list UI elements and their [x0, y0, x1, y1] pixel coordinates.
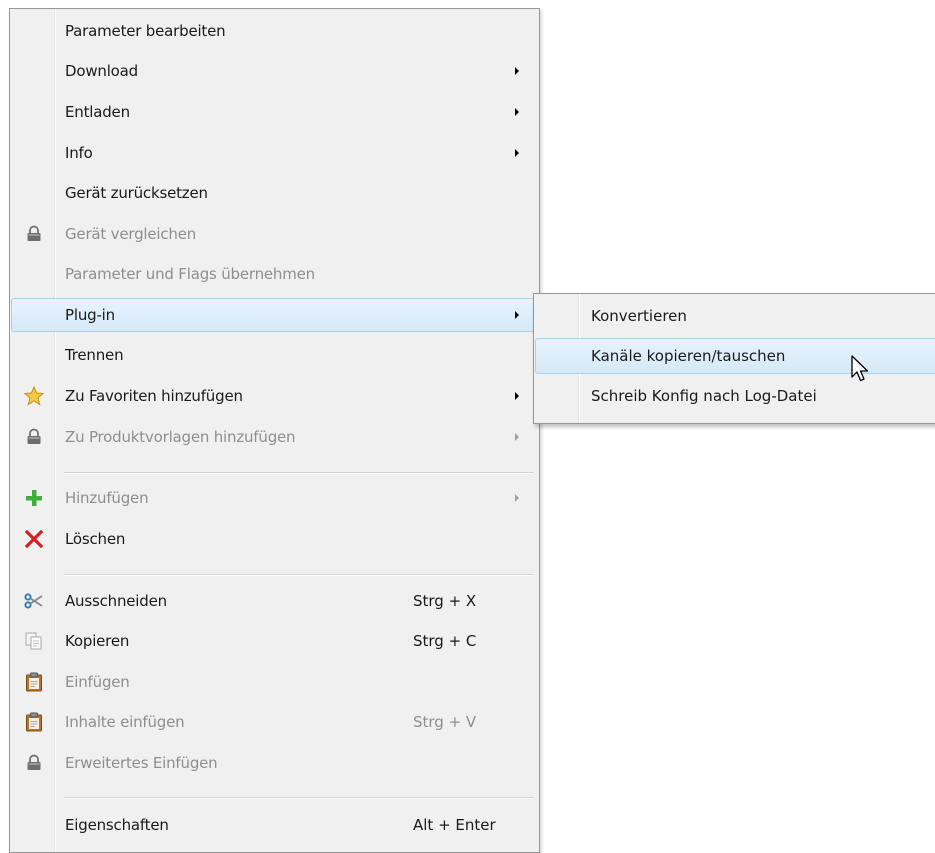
- menu-item-parameter-flags-uebernehmen[interactable]: Parameter und Flags übernehmen: [10, 255, 539, 293]
- submenu-item-label: Schreib Konfig nach Log-Datei: [591, 387, 817, 405]
- menu-item-label: Löschen: [65, 530, 126, 548]
- menu-item-label: Parameter und Flags übernehmen: [65, 265, 315, 283]
- menu-item-label: Kopieren: [65, 632, 130, 650]
- menu-item-label: Parameter bearbeiten: [65, 22, 226, 40]
- menu-item-loeschen[interactable]: Löschen: [10, 520, 539, 558]
- context-menu: Parameter bearbeiten Download Entladen I…: [9, 8, 540, 853]
- lock-icon: [24, 427, 44, 447]
- submenu-item-kanaele-kopieren-tauschen[interactable]: Kanäle kopieren/tauschen: [534, 336, 935, 376]
- menu-item-geraet-vergleichen[interactable]: Gerät vergleichen: [10, 215, 539, 253]
- menu-item-ausschneiden[interactable]: Ausschneiden Strg + X: [10, 582, 539, 620]
- menu-item-trennen[interactable]: Trennen: [10, 336, 539, 374]
- submenu-arrow-icon: [515, 67, 519, 75]
- plus-icon: [24, 488, 44, 508]
- menu-item-label: Zu Favoriten hinzufügen: [65, 387, 243, 405]
- menu-separator: [64, 472, 534, 474]
- menu-item-inhalte-einfuegen[interactable]: Inhalte einfügen Strg + V: [10, 703, 539, 741]
- menu-item-shortcut: Strg + C: [413, 632, 477, 650]
- menu-item-entladen[interactable]: Entladen: [10, 93, 539, 131]
- lock-icon: [24, 224, 44, 244]
- menu-item-label: Gerät vergleichen: [65, 225, 197, 243]
- menu-item-hinzufuegen[interactable]: Hinzufügen: [10, 479, 539, 517]
- menu-separator: [64, 574, 534, 576]
- star-icon: [24, 386, 44, 406]
- menu-item-label: Entladen: [65, 103, 130, 121]
- menu-item-info[interactable]: Info: [10, 134, 539, 172]
- copy-icon: [24, 631, 44, 651]
- submenu-item-schreib-konfig[interactable]: Schreib Konfig nach Log-Datei: [534, 376, 935, 416]
- submenu-item-label: Kanäle kopieren/tauschen: [591, 347, 786, 365]
- scissors-icon: [24, 591, 44, 611]
- mouse-pointer-icon: [851, 355, 869, 382]
- menu-item-zu-favoriten[interactable]: Zu Favoriten hinzufügen: [10, 377, 539, 415]
- menu-item-label: Hinzufügen: [65, 489, 149, 507]
- clipboard-icon: [24, 672, 44, 692]
- menu-item-shortcut: Alt + Enter: [413, 816, 496, 834]
- menu-item-geraet-zuruecksetzen[interactable]: Gerät zurücksetzen: [10, 174, 539, 212]
- plugin-submenu: Konvertieren Kanäle kopieren/tauschen Sc…: [533, 293, 935, 424]
- menu-item-shortcut: Strg + V: [413, 713, 477, 731]
- submenu-item-konvertieren[interactable]: Konvertieren: [534, 296, 935, 336]
- menu-item-label: Download: [65, 62, 138, 80]
- submenu-arrow-icon: [515, 494, 519, 502]
- menu-item-download[interactable]: Download: [10, 52, 539, 90]
- submenu-arrow-icon: [515, 311, 519, 319]
- submenu-item-label: Konvertieren: [591, 307, 687, 325]
- menu-item-label: Plug-in: [65, 306, 115, 324]
- menu-separator: [64, 797, 534, 799]
- menu-item-label: Gerät zurücksetzen: [65, 184, 208, 202]
- submenu-arrow-icon: [515, 433, 519, 441]
- menu-item-label: Zu Produktvorlagen hinzufügen: [65, 428, 296, 446]
- menu-item-zu-produktvorlagen[interactable]: Zu Produktvorlagen hinzufügen: [10, 418, 539, 456]
- menu-item-einfuegen[interactable]: Einfügen: [10, 663, 539, 701]
- submenu-arrow-icon: [515, 392, 519, 400]
- submenu-arrow-icon: [515, 149, 519, 157]
- menu-item-kopieren[interactable]: Kopieren Strg + C: [10, 622, 539, 660]
- lock-icon: [24, 753, 44, 773]
- menu-item-eigenschaften[interactable]: Eigenschaften Alt + Enter: [10, 806, 539, 844]
- delete-x-icon: [24, 529, 44, 549]
- menu-item-label: Eigenschaften: [65, 816, 169, 834]
- menu-item-erweitertes-einfuegen[interactable]: Erweitertes Einfügen: [10, 744, 539, 782]
- menu-item-label: Ausschneiden: [65, 592, 167, 610]
- menu-item-label: Info: [65, 144, 93, 162]
- menu-item-parameter-bearbeiten[interactable]: Parameter bearbeiten: [10, 12, 539, 50]
- menu-item-label: Einfügen: [65, 673, 130, 691]
- menu-item-plug-in[interactable]: Plug-in: [10, 296, 539, 334]
- menu-item-shortcut: Strg + X: [413, 592, 477, 610]
- menu-item-label: Inhalte einfügen: [65, 713, 185, 731]
- clipboard-icon: [24, 712, 44, 732]
- menu-item-label: Trennen: [65, 346, 124, 364]
- submenu-arrow-icon: [515, 108, 519, 116]
- menu-item-label: Erweitertes Einfügen: [65, 754, 218, 772]
